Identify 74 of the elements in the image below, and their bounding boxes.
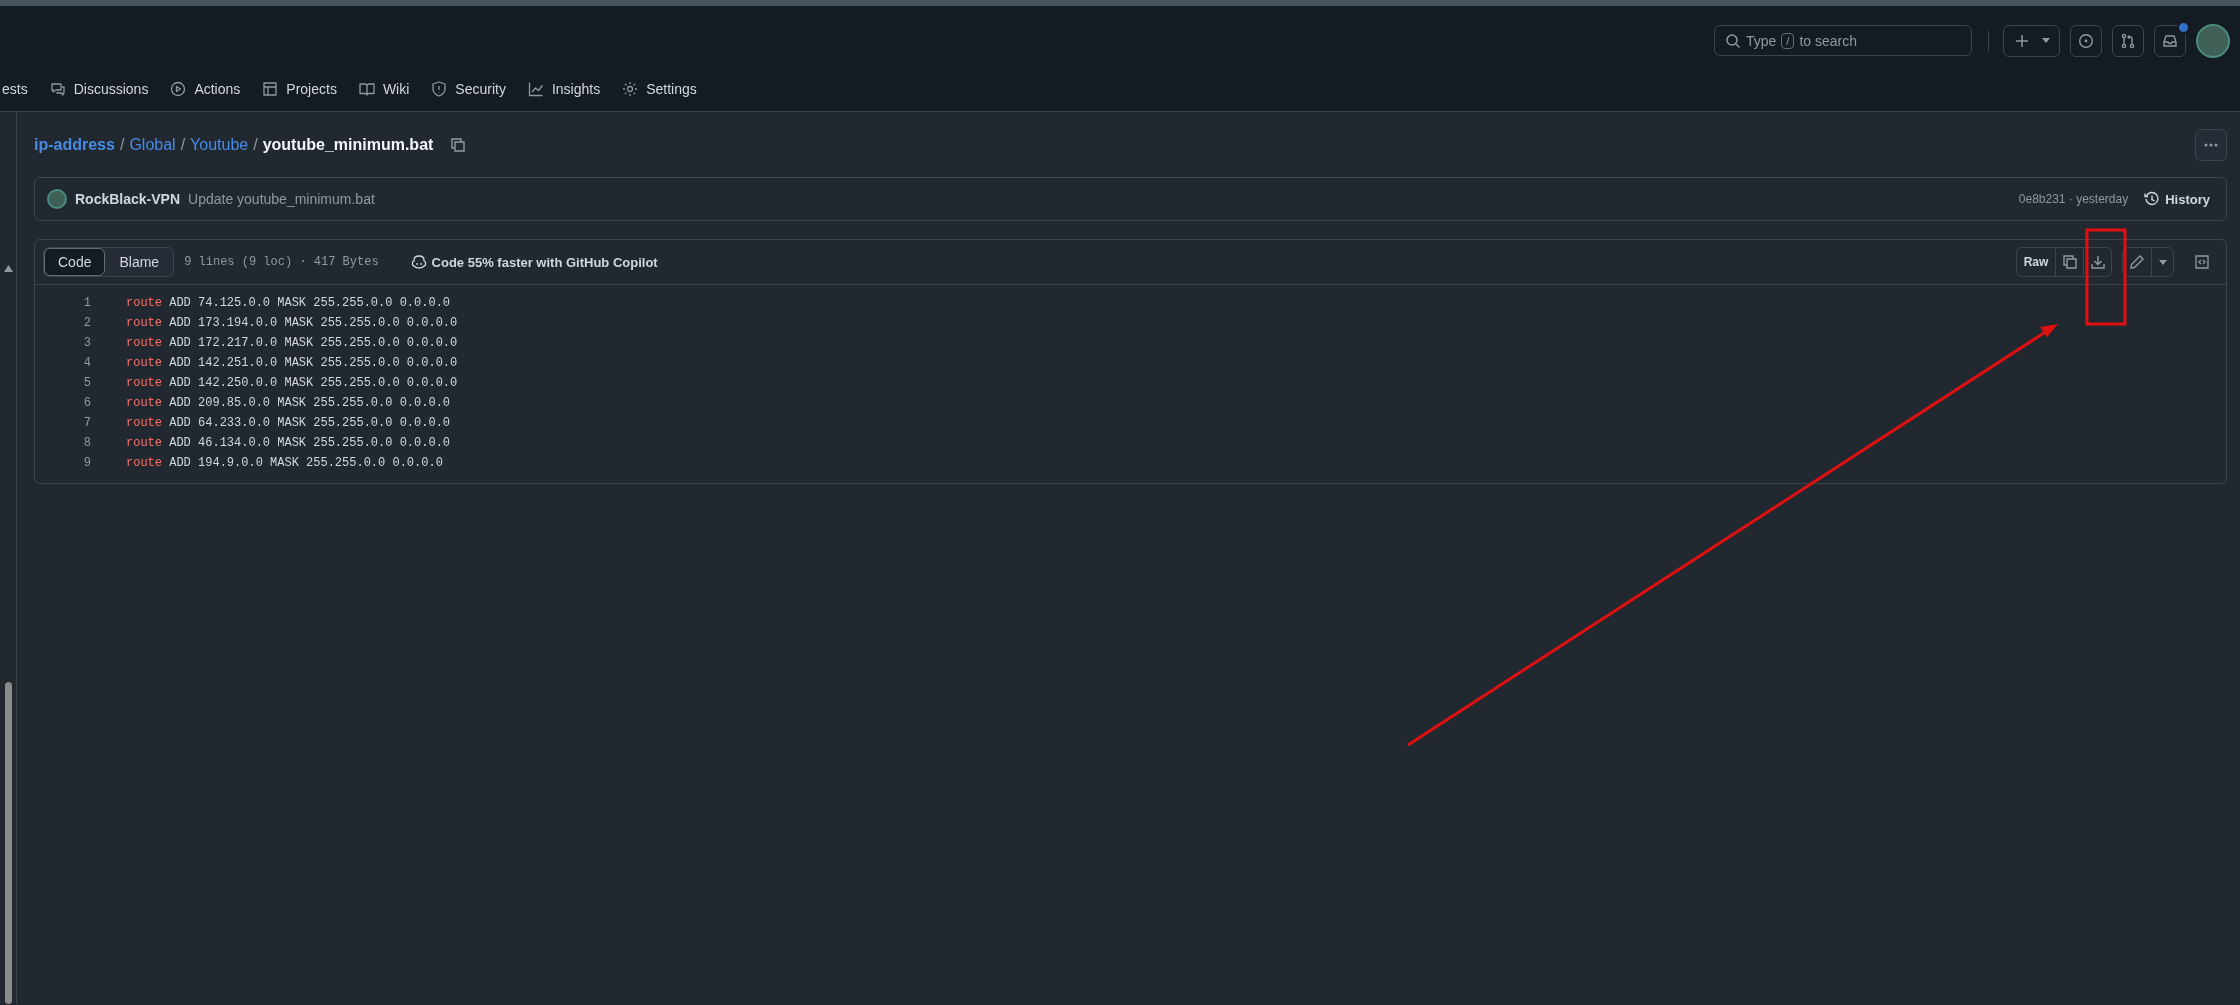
file-name: youtube_minimum.bat — [262, 136, 434, 154]
author-avatar — [47, 189, 67, 209]
nav-tab[interactable]: Discussions — [49, 79, 149, 99]
breadcrumb-separator: / — [180, 136, 186, 154]
kebab-icon — [2204, 143, 2218, 147]
breadcrumb-link[interactable]: Youtube — [190, 136, 249, 154]
line-number: 4 — [82, 356, 91, 370]
scroll-up-arrow-icon — [4, 265, 13, 272]
pull-request-icon — [2120, 32, 2136, 49]
history-link[interactable]: History — [2144, 191, 2210, 207]
line-number: 3 — [82, 336, 91, 350]
line-number: 8 — [82, 436, 91, 450]
line-number: 7 — [82, 416, 91, 430]
nav-tab[interactable]: Insights — [527, 79, 601, 99]
user-avatar[interactable] — [2196, 23, 2230, 58]
issue-icon — [2078, 32, 2094, 49]
caret-icon — [2041, 38, 2050, 43]
code-line: route ADD 194.9.0.0 MASK 255.255.0.0 0.0.0.0 — [126, 456, 443, 470]
code-line: route ADD 74.125.0.0 MASK 255.255.0.0 0.0.0.0 — [126, 296, 451, 310]
inbox-icon — [2162, 32, 2178, 49]
search-placeholder: to search — [1799, 32, 1857, 49]
copilot-icon — [410, 254, 427, 270]
download-icon — [2089, 254, 2106, 270]
copy-icon[interactable] — [450, 137, 467, 153]
code-line: route ADD 142.250.0.0 MASK 255.255.0.0 0.0.0.0 — [126, 376, 458, 390]
plus-icon — [2013, 32, 2030, 49]
discussions-icon — [49, 81, 66, 97]
line-number: 9 — [82, 456, 91, 470]
code-line: route ADD 142.251.0.0 MASK 255.255.0.0 0.0.0.0 — [126, 356, 458, 370]
shield-icon — [431, 81, 448, 97]
file-info: 9 lines (9 loc) · 417 Bytes — [184, 255, 379, 269]
raw-button[interactable]: Raw — [2017, 248, 2055, 276]
nav-tab[interactable]: Settings — [622, 79, 697, 99]
breadcrumb-link[interactable]: Global — [129, 136, 176, 154]
line-number: 1 — [82, 296, 91, 310]
copy-icon — [2061, 254, 2078, 270]
scrollbar-thumb[interactable] — [5, 682, 12, 1004]
shortcut-key: / — [1781, 32, 1795, 49]
nav-tab[interactable]: Projects — [262, 79, 337, 99]
settings-icon — [622, 81, 639, 97]
nav-tab[interactable]: Wiki — [358, 79, 410, 99]
line-number: 2 — [82, 316, 91, 330]
inbox-button[interactable] — [2154, 24, 2186, 57]
pull-requests-button[interactable] — [2112, 24, 2144, 57]
nav-tab[interactable]: Security — [431, 79, 506, 99]
table-icon — [262, 81, 279, 97]
caret-icon — [2158, 259, 2167, 265]
search-field[interactable]: Type / to search — [1714, 25, 1972, 56]
code-line: route ADD 64.233.0.0 MASK 255.255.0.0 0.0.0.0 — [126, 416, 451, 430]
breadcrumb-separator: / — [119, 136, 125, 154]
book-icon — [358, 81, 375, 97]
commit-sha-time: 0e8b231 · yesterday — [2018, 192, 2129, 206]
view-tab[interactable]: Code — [44, 248, 106, 276]
breadcrumb-separator: / — [253, 136, 258, 154]
create-new-button[interactable] — [2003, 24, 2060, 57]
copilot-link[interactable]: Code 55% faster with GitHub Copilot — [410, 254, 658, 270]
pencil-icon — [2129, 254, 2145, 270]
line-number: 6 — [82, 396, 91, 410]
code-line: route ADD 209.85.0.0 MASK 255.255.0.0 0.0.0.0 — [126, 396, 451, 410]
nav-tab[interactable]: ests — [2, 79, 28, 99]
commit-author[interactable]: RockBlack-VPN — [75, 191, 181, 207]
search-icon — [1725, 32, 1741, 49]
graph-icon — [527, 81, 544, 97]
breadcrumb-link[interactable]: ip-address — [34, 136, 115, 154]
search-placeholder: Type — [1746, 32, 1777, 49]
commit-message[interactable]: Update youtube_minimum.bat — [188, 191, 375, 207]
code-line: route ADD 173.194.0.0 MASK 255.255.0.0 0.0.0.0 — [126, 316, 458, 330]
history-icon — [2144, 191, 2161, 207]
line-number: 5 — [82, 376, 91, 390]
code-line: route ADD 46.134.0.0 MASK 255.255.0.0 0.0.0.0 — [126, 436, 451, 450]
view-tab[interactable]: Blame — [105, 248, 174, 276]
code-line: route ADD 172.217.0.0 MASK 255.255.0.0 0.0.0.0 — [126, 336, 458, 350]
nav-tab[interactable]: Actions — [170, 79, 241, 99]
issues-button[interactable] — [2070, 24, 2102, 57]
